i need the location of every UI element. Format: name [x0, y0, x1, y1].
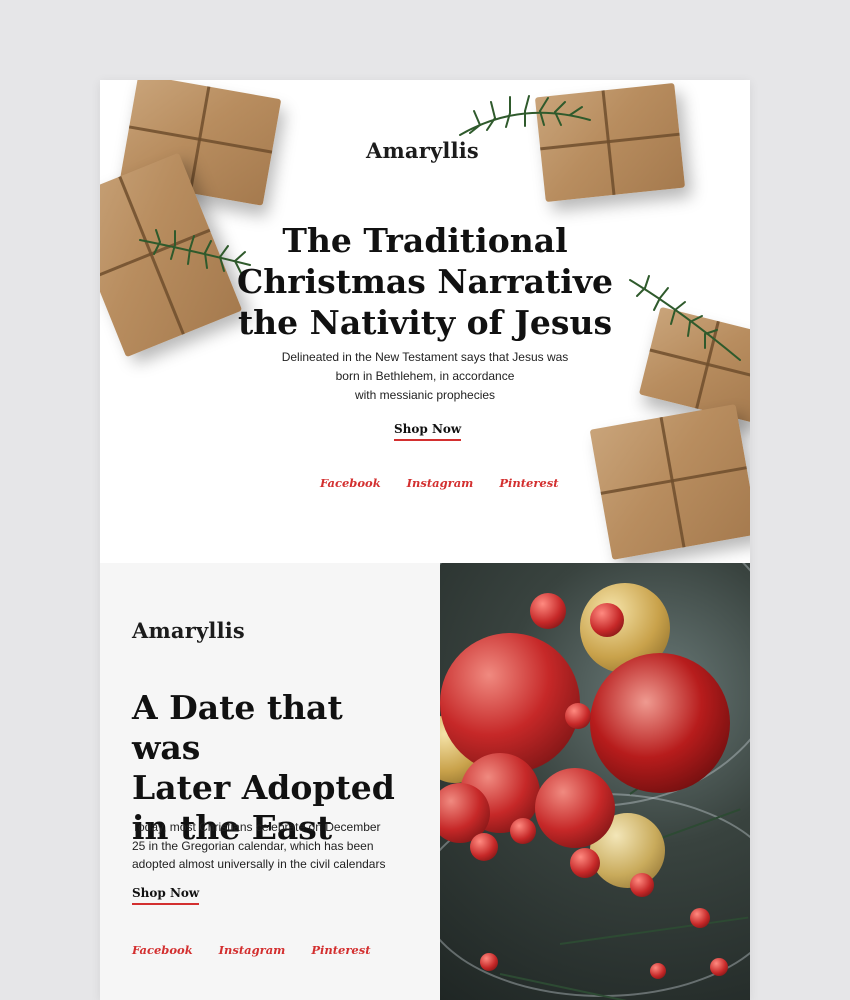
pinterest-link[interactable]: Pinterest: [311, 943, 370, 957]
instagram-link[interactable]: Instagram: [407, 476, 474, 490]
instagram-link[interactable]: Instagram: [219, 943, 286, 957]
feature-title-line: Later Adopted: [132, 768, 395, 807]
hero-title-line: Christmas Narrative: [236, 262, 614, 301]
red-berry: [630, 873, 654, 897]
red-berry: [590, 603, 624, 637]
hero-subtitle-line: born in Bethlehem, in accordance: [335, 369, 515, 383]
hero-social-links: Facebook Instagram Pinterest: [320, 476, 559, 490]
red-berry: [510, 818, 536, 844]
hero-title-line: the Nativity of Jesus: [237, 303, 613, 342]
brand-logo-text: Amaryllis: [366, 138, 479, 163]
red-ornament: [440, 633, 580, 773]
facebook-link[interactable]: Facebook: [132, 943, 193, 957]
feature-body: Today, most Christians celebrate on Dece…: [132, 818, 412, 874]
red-ornament: [590, 653, 730, 793]
feature-title-line: A Date that was: [132, 688, 343, 767]
red-berry: [480, 953, 498, 971]
feature-body-line: Today, most Christians celebrate on Dece…: [132, 820, 381, 834]
red-berry: [650, 963, 666, 979]
red-berry: [710, 958, 728, 976]
feature-brand-logo-text: Amaryllis: [132, 618, 245, 643]
hero-title: The Traditional Christmas Narrative the …: [225, 220, 625, 343]
red-berry: [565, 703, 591, 729]
pinterest-link[interactable]: Pinterest: [499, 476, 558, 490]
feature-section: Amaryllis A Date that was Later Adopted …: [100, 563, 750, 1000]
hero-title-line: The Traditional: [282, 221, 568, 260]
feature-shop-now-button[interactable]: Shop Now: [132, 886, 200, 905]
red-berry: [470, 833, 498, 861]
feature-body-line: adopted almost universally in the civil …: [132, 857, 386, 871]
feature-text-panel: Amaryllis A Date that was Later Adopted …: [100, 563, 440, 1000]
feature-brand-logo[interactable]: Amaryllis: [132, 618, 245, 643]
red-ornament: [535, 768, 615, 848]
brand-logo[interactable]: Amaryllis: [366, 138, 479, 163]
email-template-card: Amaryllis The Traditional Christmas Narr…: [100, 80, 750, 1000]
hero-section: Amaryllis The Traditional Christmas Narr…: [100, 80, 750, 563]
facebook-link[interactable]: Facebook: [320, 476, 381, 490]
hero-shop-now-button[interactable]: Shop Now: [394, 422, 462, 441]
red-berry: [570, 848, 600, 878]
red-berry: [530, 593, 566, 629]
hero-subtitle-line: with messianic prophecies: [354, 388, 496, 402]
feature-body-line: 25 in the Gregorian calendar, which has …: [132, 838, 374, 853]
red-berry: [690, 908, 710, 928]
feature-social-links: Facebook Instagram Pinterest: [132, 943, 371, 957]
hero-subtitle: Delineated in the New Testament says tha…: [260, 348, 590, 405]
hero-subtitle-line: Delineated in the New Testament says tha…: [281, 350, 569, 364]
ornaments-photo: [440, 563, 750, 1000]
